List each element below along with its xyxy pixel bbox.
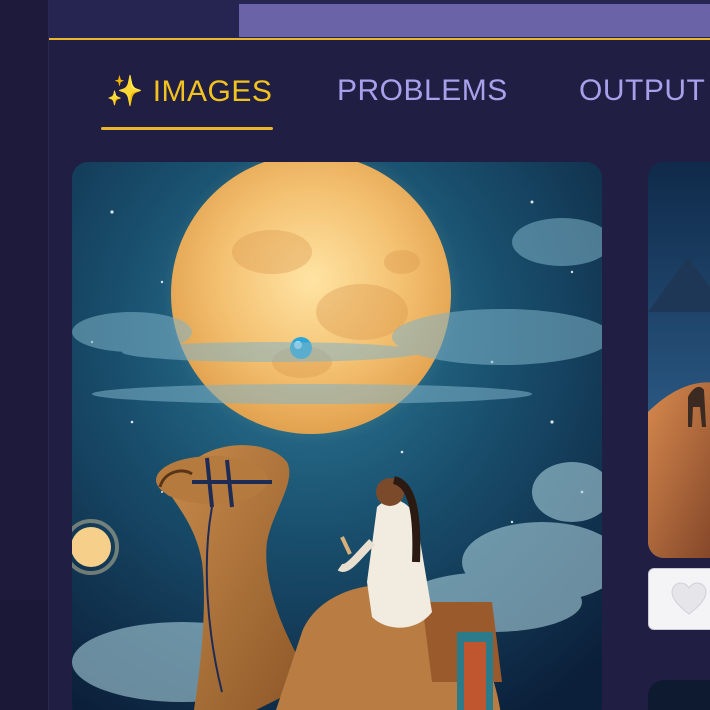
gallery-image-card-2[interactable] bbox=[648, 162, 710, 558]
sparkles-icon: ✨ bbox=[106, 75, 144, 108]
camel-moon-painting bbox=[72, 162, 602, 710]
tab-problems[interactable]: PROBLEMS bbox=[337, 74, 508, 108]
gallery-image-card[interactable] bbox=[72, 162, 602, 710]
gallery-image-card-3[interactable] bbox=[648, 680, 710, 710]
heart-icon bbox=[671, 582, 707, 615]
tab-images[interactable]: ✨ IMAGES bbox=[106, 74, 272, 109]
app-window: ✨ IMAGES PROBLEMS OUTPUT bbox=[0, 0, 710, 710]
tab-bar: ✨ IMAGES PROBLEMS OUTPUT bbox=[49, 40, 710, 140]
camel-caravan-painting bbox=[648, 162, 710, 558]
tab-problems-label: PROBLEMS bbox=[337, 74, 508, 107]
progress-bar bbox=[49, 0, 710, 38]
progress-bar-fill bbox=[239, 4, 710, 37]
tab-images-label: IMAGES bbox=[152, 75, 273, 108]
like-button[interactable] bbox=[648, 568, 710, 630]
tab-output-label: OUTPUT bbox=[579, 74, 706, 107]
active-tab-indicator bbox=[101, 127, 273, 130]
sidebar-footer bbox=[0, 600, 48, 710]
tab-output[interactable]: OUTPUT bbox=[579, 74, 705, 108]
left-sidebar bbox=[0, 0, 49, 710]
